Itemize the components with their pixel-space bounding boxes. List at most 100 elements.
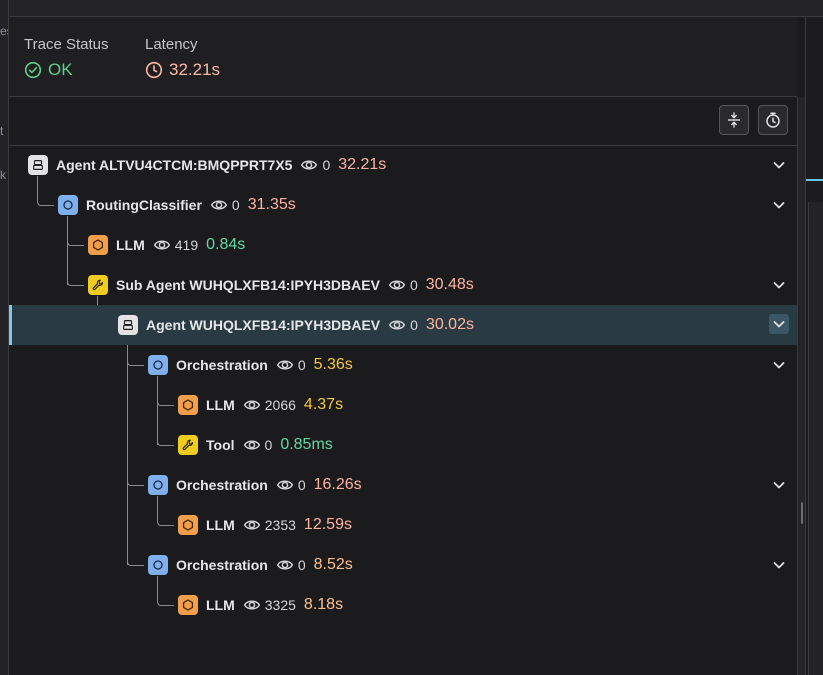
span-node: Agent WUHQLXFB14:IPYH3DBAEV 0 30.02s: [118, 314, 474, 336]
span-node: Orchestration 0 16.26s: [148, 474, 362, 496]
span-latency: 4.37s: [303, 396, 344, 413]
token-count: 2353: [264, 517, 296, 533]
details-panel-edge: [805, 17, 823, 675]
chevron-down-icon[interactable]: [771, 477, 787, 493]
chevron-down-icon[interactable]: [771, 197, 787, 213]
span-name: Orchestration: [176, 357, 268, 373]
span-latency: 32.21s: [338, 156, 387, 173]
trace-row[interactable]: LLM 3325 8.18s: [9, 585, 797, 625]
eye-icon: [243, 596, 261, 614]
span-latency: 0.85ms: [280, 436, 333, 453]
span-latency: 0.84s: [206, 236, 246, 253]
trace-row-selected[interactable]: Agent WUHQLXFB14:IPYH3DBAEV 0 30.02s: [9, 305, 797, 345]
llm-icon: [178, 395, 198, 415]
expand-collapse-button[interactable]: [719, 105, 749, 135]
chevron-down-icon[interactable]: [771, 557, 787, 573]
expand-collapse-icon: [728, 112, 740, 128]
token-count: 0: [297, 557, 306, 573]
trace-row[interactable]: LLM 2066 4.37s: [9, 385, 797, 425]
token-count: 0: [297, 477, 306, 493]
token-count: 419: [174, 237, 199, 253]
tool-icon: [88, 275, 108, 295]
timing-view-button[interactable]: [758, 105, 788, 135]
chevron-down-icon[interactable]: [769, 314, 789, 334]
span-name: Orchestration: [176, 477, 268, 493]
left-fragment: k: [0, 168, 6, 182]
trace-row[interactable]: Orchestration 0 5.36s: [9, 345, 797, 385]
eye-icon: [153, 236, 171, 254]
trace-row[interactable]: Orchestration 0 8.52s: [9, 545, 797, 585]
trace-status-value: OK: [48, 60, 73, 79]
span-node: RoutingClassifier 0 31.35s: [58, 194, 296, 216]
trace-row[interactable]: LLM 419 0.84s: [9, 225, 797, 265]
clock-icon: [145, 61, 163, 79]
trace-row[interactable]: Sub Agent WUHQLXFB14:IPYH3DBAEV 0 30.48s: [9, 265, 797, 305]
span-latency: 8.18s: [303, 596, 344, 613]
chain-icon: [58, 195, 78, 215]
span-name: RoutingClassifier: [86, 197, 202, 213]
span-latency: 30.02s: [425, 316, 474, 333]
left-fragment: t: [0, 124, 4, 138]
eye-icon: [210, 196, 228, 214]
span-name: LLM: [116, 237, 145, 253]
span-name: LLM: [206, 517, 235, 533]
agent-icon: [118, 315, 138, 335]
eye-icon: [243, 436, 261, 454]
span-node: LLM 2353 12.59s: [178, 514, 352, 536]
span-latency: 16.26s: [313, 476, 362, 493]
span-node: LLM 2066 4.37s: [178, 394, 343, 416]
latency-value: 32.21s: [169, 60, 221, 79]
span-name: Agent WUHQLXFB14:IPYH3DBAEV: [146, 317, 381, 333]
left-panel-edge: es t k: [0, 0, 9, 675]
trace-row[interactable]: Agent ALTVU4CTCM:BMQPPRT7X5 0 32.21s: [9, 145, 797, 185]
tool-icon: [178, 435, 198, 455]
trace-row[interactable]: RoutingClassifier 0 31.35s: [9, 185, 797, 225]
stopwatch-icon: [766, 112, 780, 128]
span-latency: 8.52s: [313, 556, 353, 573]
top-bar: [9, 0, 823, 17]
chevron-down-icon[interactable]: [771, 277, 787, 293]
span-latency: 5.36s: [313, 356, 353, 373]
token-count: 0: [409, 277, 418, 293]
span-node: Sub Agent WUHQLXFB14:IPYH3DBAEV 0 30.48s: [88, 274, 474, 296]
chevron-down-icon[interactable]: [771, 357, 787, 373]
token-count: 0: [231, 197, 240, 213]
span-node: Orchestration 0 5.36s: [148, 354, 353, 376]
token-count: 0: [264, 437, 273, 453]
llm-icon: [178, 595, 198, 615]
span-node: Tool 0 0.85ms: [178, 434, 333, 456]
resize-grip[interactable]: [801, 502, 803, 524]
trace-tree: Agent ALTVU4CTCM:BMQPPRT7X5 0 32.21s Rou…: [9, 145, 797, 675]
trace-status-block: Trace Status OK: [24, 36, 108, 80]
trace-row[interactable]: Tool 0 0.85ms: [9, 425, 797, 465]
trace-status-label: Trace Status: [24, 36, 109, 53]
span-node: LLM 3325 8.18s: [178, 594, 343, 616]
span-name: Tool: [206, 437, 235, 453]
eye-icon: [388, 316, 406, 334]
span-name: Sub Agent WUHQLXFB14:IPYH3DBAEV: [116, 277, 380, 293]
details-panel-content: [808, 202, 823, 675]
latency-label: Latency: [145, 36, 198, 53]
span-node: Orchestration 0 8.52s: [148, 554, 353, 576]
eye-icon: [276, 556, 294, 574]
left-fragment: es: [0, 24, 8, 38]
span-name: LLM: [206, 597, 235, 613]
span-latency: 30.48s: [425, 276, 474, 293]
token-count: 2066: [264, 397, 296, 413]
trace-row[interactable]: LLM 2353 12.59s: [9, 505, 797, 545]
chain-icon: [148, 475, 168, 495]
token-count: 0: [297, 357, 306, 373]
llm-icon: [88, 235, 108, 255]
chain-icon: [148, 555, 168, 575]
eye-icon: [243, 516, 261, 534]
trace-row[interactable]: Orchestration 0 16.26s: [9, 465, 797, 505]
span-node: Agent ALTVU4CTCM:BMQPPRT7X5 0 32.21s: [28, 154, 386, 176]
eye-icon: [243, 396, 261, 414]
eye-icon: [276, 476, 294, 494]
token-count: 0: [322, 157, 331, 173]
eye-icon: [388, 276, 406, 294]
eye-icon: [300, 156, 318, 174]
llm-icon: [178, 515, 198, 535]
chevron-down-icon[interactable]: [771, 157, 787, 173]
trace-summary: Trace Status OK Latency 32.21s: [9, 17, 797, 97]
